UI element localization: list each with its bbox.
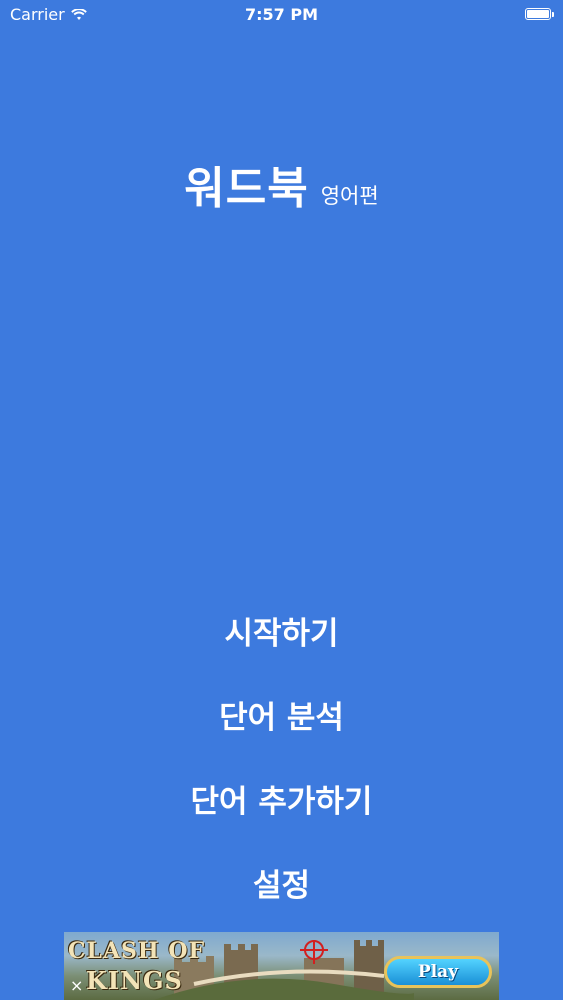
battery-icon xyxy=(525,8,554,20)
ad-close-icon[interactable]: × xyxy=(70,976,83,995)
word-analysis-button[interactable]: 단어 분석 xyxy=(0,692,563,737)
start-button[interactable]: 시작하기 xyxy=(0,608,563,653)
app-title: 워드북 xyxy=(184,163,309,214)
title-block: 워드북 영어편 xyxy=(0,152,563,216)
add-word-button[interactable]: 단어 추가하기 xyxy=(0,776,563,821)
ad-logo-line1: CLASH OF xyxy=(68,938,206,964)
status-time: 7:57 PM xyxy=(244,5,318,24)
app-subtitle: 영어편 xyxy=(320,184,379,208)
settings-button[interactable]: 설정 xyxy=(0,860,563,905)
ad-play-button[interactable]: Play xyxy=(384,956,492,988)
ad-logo-line2: KINGS xyxy=(86,966,183,995)
status-bar: Carrier 7:57 PM xyxy=(0,0,563,30)
ad-banner[interactable]: CLASH OF KINGS × Play xyxy=(64,932,499,1000)
